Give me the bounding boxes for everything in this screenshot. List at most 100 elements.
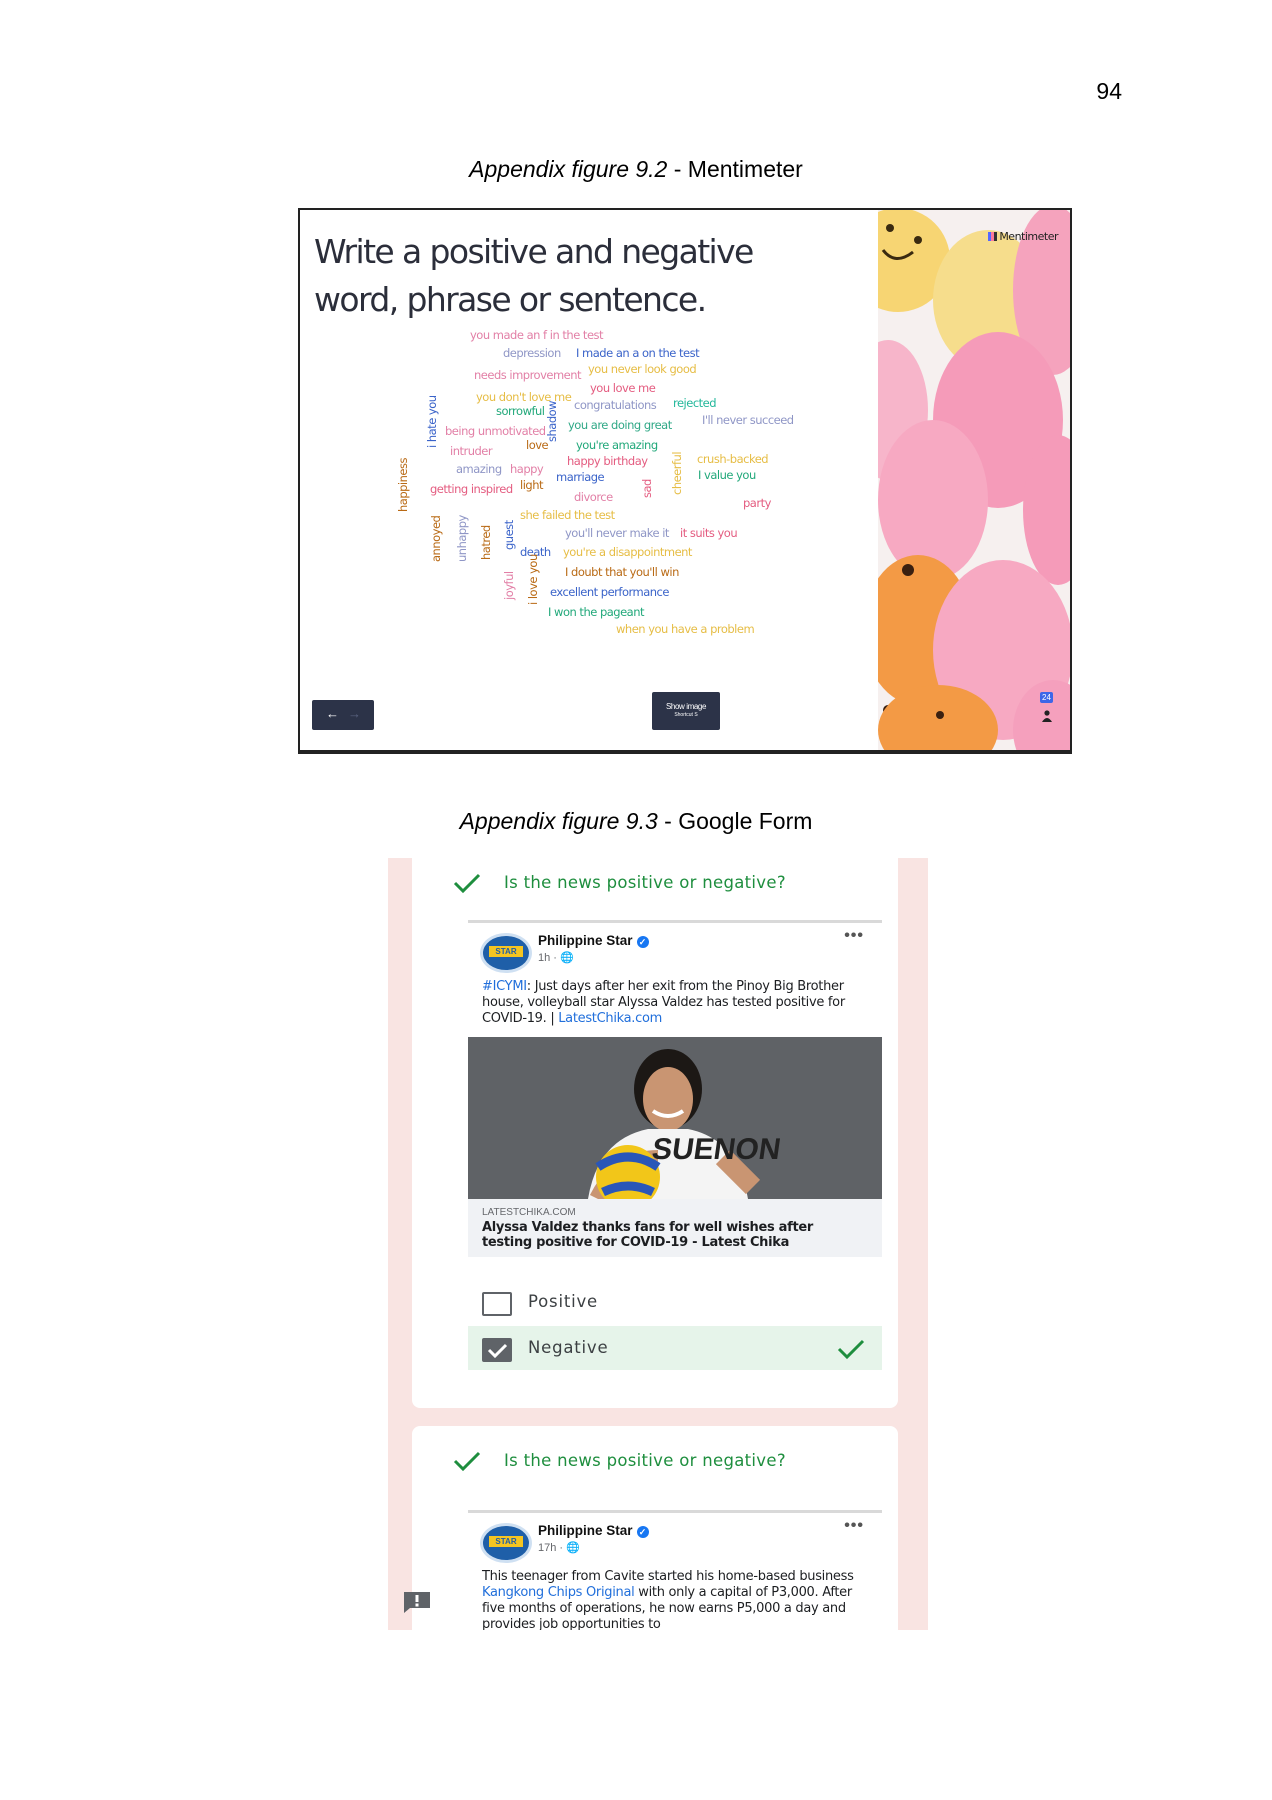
word-cloud-word: crush-backed: [697, 452, 769, 466]
arrow-right-icon: →: [348, 706, 361, 721]
post-meta: 1h · 🌐: [538, 951, 574, 964]
avatar-label: STAR: [489, 946, 523, 957]
post-link[interactable]: LatestChika.com: [558, 1011, 662, 1026]
word-cloud-word: it suits you: [680, 526, 738, 540]
word-cloud-word: congratulations: [574, 398, 657, 412]
word-cloud-word: you never look good: [588, 362, 697, 376]
hashtag[interactable]: #ICYMI: [482, 979, 527, 994]
word-cloud-word: you made an f in the test: [470, 328, 604, 342]
shortcut-label: Shortcut S: [674, 712, 698, 718]
post-meta: 17h · 🌐: [538, 1541, 580, 1554]
word-cloud-word: intruder: [450, 444, 493, 458]
page-name[interactable]: Philippine Star ✓: [538, 1523, 649, 1538]
link-title: Alyssa Valdez thanks fans for well wishe…: [482, 1220, 814, 1250]
word-cloud-word: divorce: [574, 490, 613, 504]
post-time: 1h ·: [538, 952, 561, 964]
word-cloud-word: hatred: [479, 525, 493, 560]
post-body: : Just days after her exit from the Pino…: [482, 979, 845, 1026]
word-cloud-word: guest: [502, 520, 516, 550]
word-cloud-word: joyful: [502, 571, 516, 600]
option-negative[interactable]: Negative: [468, 1326, 882, 1370]
word-cloud-word: I value you: [698, 468, 756, 482]
caption-title: - Google Form: [657, 808, 813, 834]
report-issue-icon[interactable]: [402, 1590, 432, 1614]
mentimeter-logo-icon: [988, 232, 998, 241]
option-label: Negative: [528, 1338, 609, 1357]
word-cloud: you made an f in the test depression I mad…: [300, 210, 880, 750]
checkbox[interactable]: [482, 1292, 512, 1316]
page-name-label: Philippine Star: [538, 933, 633, 948]
word-cloud-word: sorrowful: [496, 404, 545, 418]
question-text: Is the news positive or negative?: [504, 873, 786, 892]
verified-badge-icon: ✓: [636, 1526, 649, 1538]
word-cloud-word: unhappy: [455, 515, 469, 562]
post-time: 17h ·: [538, 1542, 567, 1554]
word-cloud-word: you're amazing: [576, 438, 658, 452]
avatar: STAR: [480, 933, 532, 973]
link-preview-card[interactable]: LATESTCHIKA.COM Alyssa Valdez thanks fan…: [468, 1199, 882, 1257]
link-domain: LATESTCHIKA.COM: [482, 1207, 576, 1218]
word-cloud-word: I won the pageant: [548, 605, 645, 619]
more-options-icon[interactable]: •••: [844, 927, 864, 945]
back-button[interactable]: ← →: [312, 700, 374, 730]
post-photo[interactable]: SUENON: [468, 1037, 882, 1199]
word-cloud-word: you'll never make it: [565, 526, 669, 540]
word-cloud-word: sad: [640, 479, 654, 498]
checkmark-icon: [487, 1343, 508, 1359]
page-number: 94: [1096, 78, 1122, 104]
post-link[interactable]: Kangkong Chips Original: [482, 1585, 635, 1600]
show-image-button[interactable]: Show image Shortcut S: [652, 692, 720, 730]
facebook-post: STAR Philippine Star ✓ 17h · 🌐 ••• This t…: [468, 1510, 882, 1630]
option-positive[interactable]: Positive: [468, 1280, 882, 1324]
word-cloud-word: light: [520, 478, 544, 492]
word-cloud-word: depression: [503, 346, 561, 360]
word-cloud-word: i hate you: [425, 395, 439, 448]
post-text: This teenager from Cavite started his ho…: [482, 1569, 874, 1630]
word-cloud-word: rejected: [673, 396, 717, 410]
correct-check-icon: [453, 873, 481, 894]
word-cloud-word: you are doing great: [568, 418, 672, 432]
participant-count-badge: 24: [1040, 692, 1053, 703]
word-cloud-word: cheerful: [670, 451, 684, 495]
globe-icon: 🌐: [560, 952, 574, 964]
word-cloud-word: you love me: [590, 381, 656, 395]
word-cloud-word: amazing: [456, 462, 502, 476]
avatar: STAR: [480, 1523, 532, 1563]
checkbox-checked[interactable]: [482, 1338, 512, 1362]
word-cloud-word: happiness: [396, 458, 410, 512]
figure-caption-google-form: Appendix figure 9.3 - Google Form: [0, 808, 1272, 835]
word-cloud-word: getting inspired: [430, 482, 513, 496]
page-name-label: Philippine Star: [538, 1523, 633, 1538]
globe-icon: 🌐: [566, 1542, 580, 1554]
post-body: This teenager from Cavite started his ho…: [482, 1569, 854, 1584]
word-cloud-word: party: [743, 496, 771, 510]
arrow-left-icon: ←: [326, 706, 339, 721]
volleyball-player-photo: SUENON: [468, 1037, 882, 1199]
word-cloud-word: happy birthday: [567, 454, 648, 468]
page-name[interactable]: Philippine Star ✓: [538, 933, 649, 948]
word-cloud-word: i love you: [526, 554, 540, 605]
google-form-screenshot: Is the news positive or negative? STAR P…: [388, 858, 928, 1630]
more-options-icon[interactable]: •••: [844, 1517, 864, 1535]
mentimeter-brand: Mentimeter: [988, 230, 1058, 243]
word-cloud-word: needs improvement: [474, 368, 582, 382]
balloons-illustration: [878, 210, 1070, 750]
word-cloud-word: marriage: [556, 470, 605, 484]
verified-badge-icon: ✓: [636, 936, 649, 948]
word-cloud-word: when you have a problem: [616, 622, 755, 636]
mentimeter-slide: Write a positive and negative word, phra…: [298, 208, 1072, 754]
question-text: Is the news positive or negative?: [504, 1451, 786, 1470]
word-cloud-word: happy: [510, 462, 544, 476]
word-cloud-word: I doubt that you'll win: [565, 565, 679, 579]
post-text: #ICYMI: Just days after her exit from th…: [482, 979, 874, 1027]
word-cloud-word: shadow: [545, 400, 559, 442]
question-card: Is the news positive or negative? STAR P…: [412, 1426, 898, 1630]
caption-label: Appendix figure 9.3: [459, 808, 658, 834]
word-cloud-word: being unmotivated: [445, 424, 546, 438]
word-cloud-word: she failed the test: [520, 508, 615, 522]
person-icon: [1042, 710, 1052, 722]
show-image-label: Show image: [665, 702, 707, 711]
svg-text:SUENON: SUENON: [650, 1133, 783, 1166]
word-cloud-word: I made an a on the test: [576, 346, 700, 360]
figure-caption-mentimeter: Appendix figure 9.2 - Mentimeter: [0, 156, 1272, 183]
